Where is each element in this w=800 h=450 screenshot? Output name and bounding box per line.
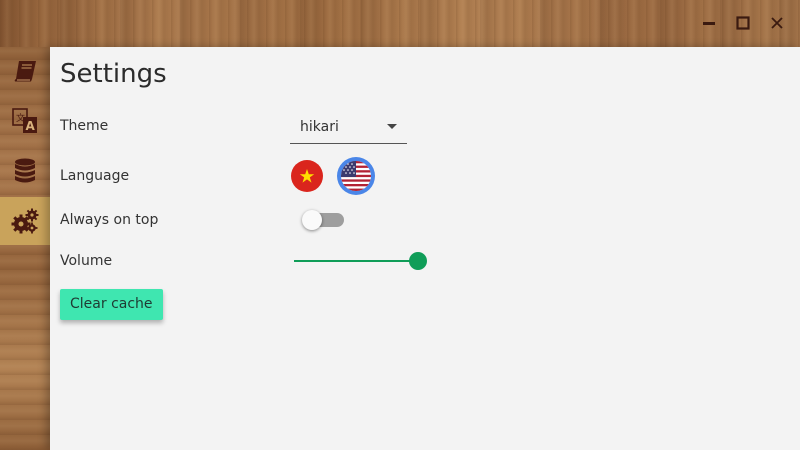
slider-fill bbox=[294, 260, 418, 262]
close-icon bbox=[771, 17, 783, 29]
maximize-button[interactable] bbox=[730, 10, 756, 36]
us-flag-icon bbox=[341, 161, 371, 191]
vietnam-flag-icon bbox=[299, 169, 315, 183]
translate-icon: 文 A bbox=[12, 108, 37, 133]
page-title: Settings bbox=[60, 59, 167, 89]
sidebar-item-settings[interactable] bbox=[0, 197, 50, 245]
sidebar-item-dictionary[interactable] bbox=[0, 47, 50, 95]
theme-label: Theme bbox=[60, 118, 109, 134]
close-button[interactable] bbox=[764, 10, 790, 36]
always-on-top-toggle[interactable] bbox=[302, 210, 344, 230]
volume-label: Volume bbox=[60, 253, 113, 269]
clear-cache-button[interactable]: Clear cache bbox=[60, 289, 163, 320]
language-option-english[interactable] bbox=[337, 157, 375, 195]
window-controls bbox=[696, 10, 790, 36]
book-icon bbox=[14, 61, 36, 82]
slider-thumb[interactable] bbox=[409, 252, 427, 270]
settings-panel: Settings Theme hikari Language Always on… bbox=[50, 47, 800, 450]
minimize-button[interactable] bbox=[696, 10, 722, 36]
maximize-icon bbox=[736, 16, 750, 30]
gears-icon bbox=[11, 208, 39, 234]
always-on-top-label: Always on top bbox=[60, 212, 159, 228]
theme-dropdown[interactable]: hikari bbox=[290, 115, 407, 144]
sidebar-nav: 文 A bbox=[0, 47, 50, 247]
database-icon bbox=[15, 158, 35, 183]
language-option-vietnamese[interactable] bbox=[291, 160, 323, 192]
chevron-down-icon bbox=[387, 124, 397, 129]
language-label: Language bbox=[60, 168, 130, 184]
toggle-knob[interactable] bbox=[302, 210, 322, 230]
theme-value: hikari bbox=[300, 119, 339, 135]
volume-slider[interactable] bbox=[294, 252, 427, 270]
sidebar-item-translate[interactable]: 文 A bbox=[0, 97, 50, 145]
sidebar-item-database[interactable] bbox=[0, 147, 50, 195]
svg-text:A: A bbox=[26, 119, 36, 133]
minimize-icon bbox=[703, 22, 715, 25]
